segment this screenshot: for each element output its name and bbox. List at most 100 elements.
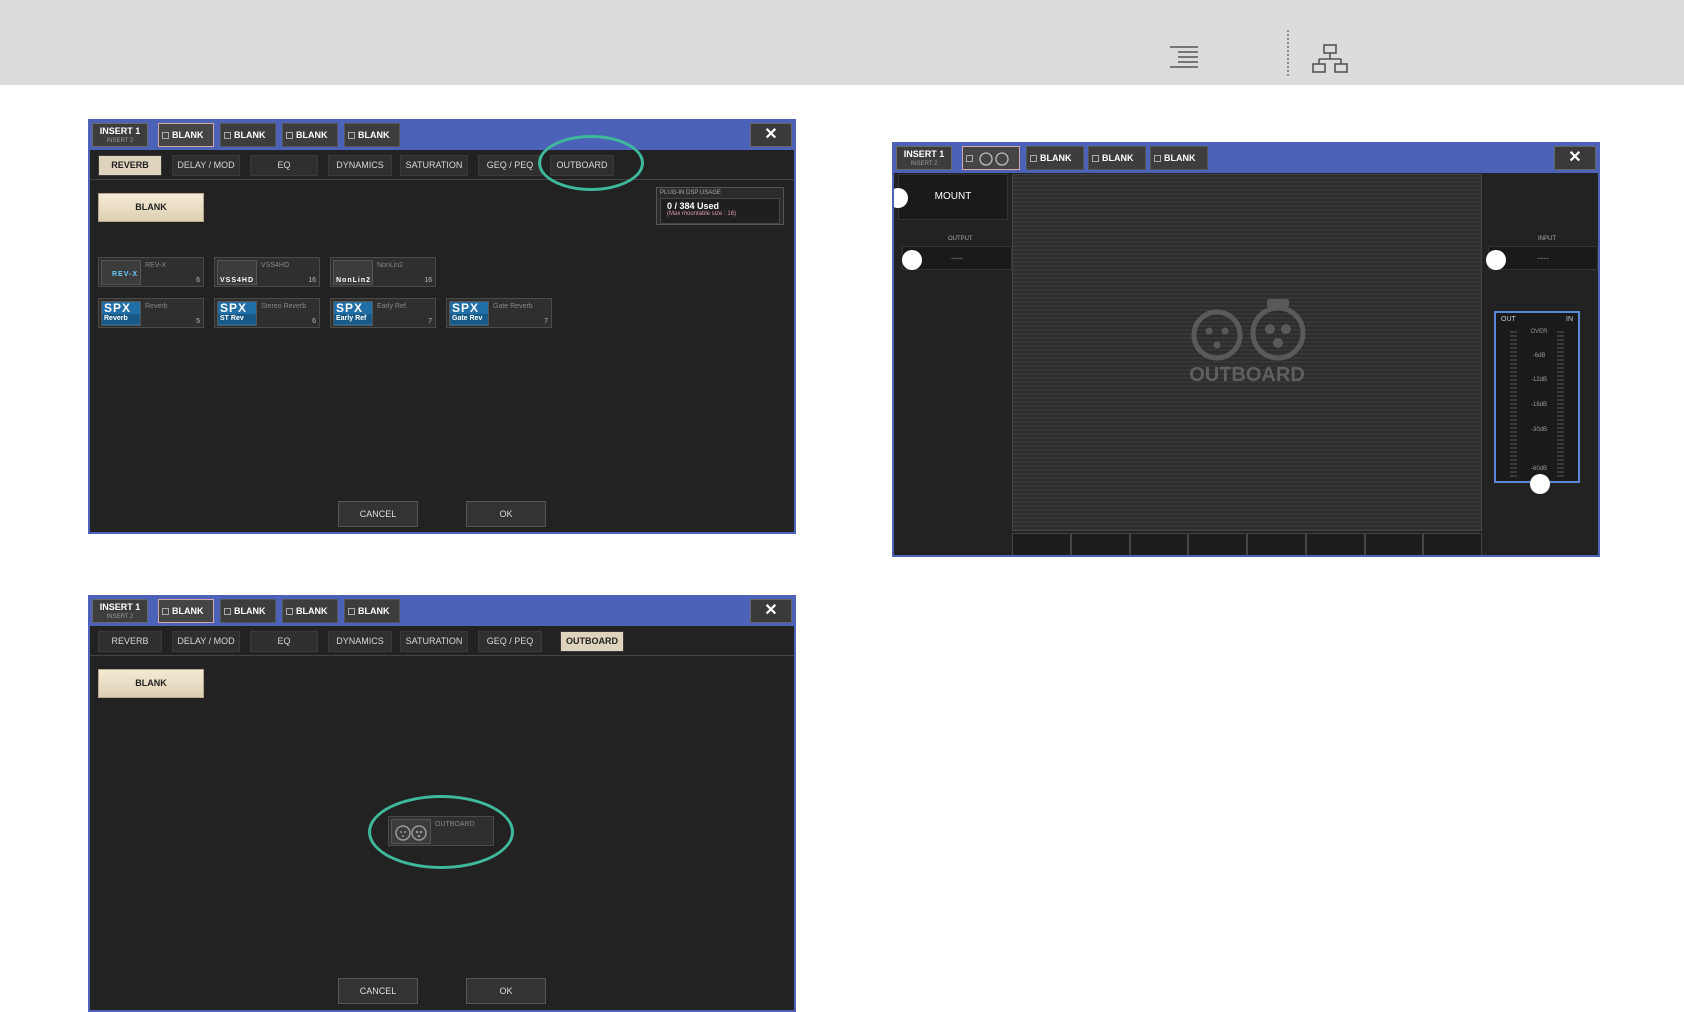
ok-button[interactable]: OK: [466, 978, 546, 1004]
insert-selector[interactable]: INSERT 1 INSERT 2: [896, 146, 952, 170]
sitemap-icon[interactable]: [1312, 44, 1348, 74]
panel-header: INSERT 1 INSERT 2 BLANK BLANK BLANK BLAN…: [90, 597, 794, 626]
plugin-spx-stereo-reverb[interactable]: SPX ST Rev Stereo Reverb 6: [214, 298, 320, 328]
insert-selector[interactable]: INSERT 1 INSERT 2: [92, 123, 148, 147]
slot-4[interactable]: BLANK: [344, 599, 400, 623]
spx-thumbnail: SPX Reverb: [101, 301, 141, 326]
cancel-button[interactable]: CANCEL: [338, 978, 418, 1004]
tab-outboard[interactable]: OUTBOARD: [560, 631, 624, 652]
slot-icon: [162, 131, 169, 139]
tab-delay-mod[interactable]: DELAY / MOD: [172, 155, 240, 176]
dsp-usage-box: PLUG-IN DSP USAGE 0 / 384 Used (Max moun…: [656, 187, 784, 225]
tab-geq-peq[interactable]: GEQ / PEQ: [478, 155, 542, 176]
slot-3[interactable]: BLANK: [282, 599, 338, 623]
panel-header: INSERT 1 INSERT 2 BLANK BLANK BLANK ✕: [894, 144, 1598, 173]
slot-icon: [286, 607, 293, 615]
plugin-nonlin2[interactable]: NonLin2 NonLin2 16: [330, 257, 436, 287]
plugin-thumbnail: NonLin2: [333, 260, 373, 285]
bottom-cell[interactable]: [1247, 533, 1306, 555]
tab-eq[interactable]: EQ: [250, 631, 318, 652]
slot-4[interactable]: BLANK: [344, 123, 400, 147]
tab-dynamics[interactable]: DYNAMICS: [328, 155, 392, 176]
slot-3[interactable]: BLANK: [282, 123, 338, 147]
outboard-edit-panel: INSERT 1 INSERT 2 BLANK BLANK BLANK ✕ MO…: [892, 142, 1600, 557]
bottom-cell[interactable]: [1423, 533, 1482, 555]
spx-thumbnail: SPX Early Ref: [333, 301, 373, 326]
plugin-thumbnail: VSS4HD: [217, 260, 257, 285]
slot-icon: [224, 607, 231, 615]
slot-icon: [286, 131, 293, 139]
panel-header: INSERT 1 INSERT 2 BLANK BLANK BLANK BLAN…: [90, 121, 794, 150]
tab-eq[interactable]: EQ: [250, 155, 318, 176]
in-meter-bar: [1557, 331, 1564, 479]
bottom-control-row: [1012, 533, 1482, 555]
slot-icon: [1092, 154, 1099, 162]
spx-thumbnail: SPX Gate Rev: [449, 301, 489, 326]
spx-thumbnail: SPX ST Rev: [217, 301, 257, 326]
category-tabs: REVERB DELAY / MOD EQ DYNAMICS SATURATIO…: [90, 150, 794, 180]
slot-icon: [162, 607, 169, 615]
tab-delay-mod[interactable]: DELAY / MOD: [172, 631, 240, 652]
plugin-rev-x[interactable]: REV-X REV-X 6: [98, 257, 204, 287]
slot-icon: [1154, 154, 1161, 162]
insert-selector[interactable]: INSERT 1 INSERT 2: [92, 599, 148, 623]
slot-1[interactable]: BLANK: [158, 599, 214, 623]
slot-1[interactable]: BLANK: [158, 123, 214, 147]
bottom-cell[interactable]: [1129, 533, 1189, 555]
level-meter: OUT IN OVER -6dB -12dB -18dB -30dB -60dB: [1494, 311, 1580, 483]
close-button[interactable]: ✕: [1554, 146, 1596, 170]
tab-dynamics[interactable]: DYNAMICS: [328, 631, 392, 652]
xlr-connectors-icon: [979, 152, 1009, 166]
plugin-select-panel-bottom: INSERT 1 INSERT 2 BLANK BLANK BLANK BLAN…: [88, 595, 796, 1012]
outboard-label: OUTBOARD: [1189, 364, 1305, 386]
output-label: OUTPUT: [948, 236, 973, 242]
close-button[interactable]: ✕: [750, 599, 792, 623]
bottom-cell[interactable]: [1070, 533, 1130, 555]
cancel-button[interactable]: CANCEL: [338, 501, 418, 527]
top-toolbar: [0, 0, 1684, 85]
plugin-spx-early-ref[interactable]: SPX Early Ref Early Ref. 7: [330, 298, 436, 328]
slot-icon: [348, 607, 355, 615]
toolbar-divider: [1287, 30, 1289, 76]
ok-button[interactable]: OK: [466, 501, 546, 527]
tab-geq-peq[interactable]: GEQ / PEQ: [478, 631, 542, 652]
slot-2[interactable]: BLANK: [220, 599, 276, 623]
bottom-cell[interactable]: [1364, 533, 1424, 555]
callout-marker-output: [902, 250, 922, 270]
outboard-tab-highlight: [538, 135, 644, 191]
slot-icon: [224, 131, 231, 139]
close-button[interactable]: ✕: [750, 123, 792, 147]
callout-marker-meter: [1530, 474, 1550, 494]
plugin-spx-gate-reverb[interactable]: SPX Gate Rev Gate Reverb 7: [446, 298, 552, 328]
bottom-cell[interactable]: [1305, 533, 1365, 555]
outboard-plugin-highlight: [368, 795, 514, 869]
blank-button[interactable]: BLANK: [98, 193, 204, 222]
slot-icon: [1030, 154, 1037, 162]
callout-marker-input: [1486, 250, 1506, 270]
out-meter-bar: [1510, 331, 1517, 479]
tab-saturation[interactable]: SATURATION: [400, 155, 468, 176]
slot-4[interactable]: BLANK: [1150, 146, 1208, 170]
slot-icon: [966, 154, 973, 162]
mount-button[interactable]: MOUNT: [898, 174, 1008, 220]
slot-2[interactable]: BLANK: [220, 123, 276, 147]
slot-2[interactable]: BLANK: [1026, 146, 1084, 170]
category-tabs: REVERB DELAY / MOD EQ DYNAMICS SATURATIO…: [90, 626, 794, 656]
bottom-cell[interactable]: [1012, 533, 1071, 555]
plugin-select-panel-top: INSERT 1 INSERT 2 BLANK BLANK BLANK BLAN…: [88, 119, 796, 534]
slot-3[interactable]: BLANK: [1088, 146, 1146, 170]
tab-saturation[interactable]: SATURATION: [400, 631, 468, 652]
plugin-thumbnail: REV-X: [101, 260, 141, 285]
toc-list-icon[interactable]: [1168, 44, 1200, 70]
blank-button[interactable]: BLANK: [98, 669, 204, 698]
plugin-spx-reverb[interactable]: SPX Reverb Reverb 5: [98, 298, 204, 328]
input-label: INPUT: [1538, 236, 1556, 242]
slot-icon: [348, 131, 355, 139]
tab-reverb[interactable]: REVERB: [98, 631, 162, 652]
slot-1-outboard[interactable]: [962, 146, 1020, 170]
plugin-vss4hd[interactable]: VSS4HD VSS4HD 16: [214, 257, 320, 287]
outboard-display: OUTBOARD: [1012, 174, 1482, 531]
bottom-cell[interactable]: [1188, 533, 1247, 555]
xlr-connectors-icon: [1191, 299, 1306, 361]
tab-reverb[interactable]: REVERB: [98, 155, 162, 176]
